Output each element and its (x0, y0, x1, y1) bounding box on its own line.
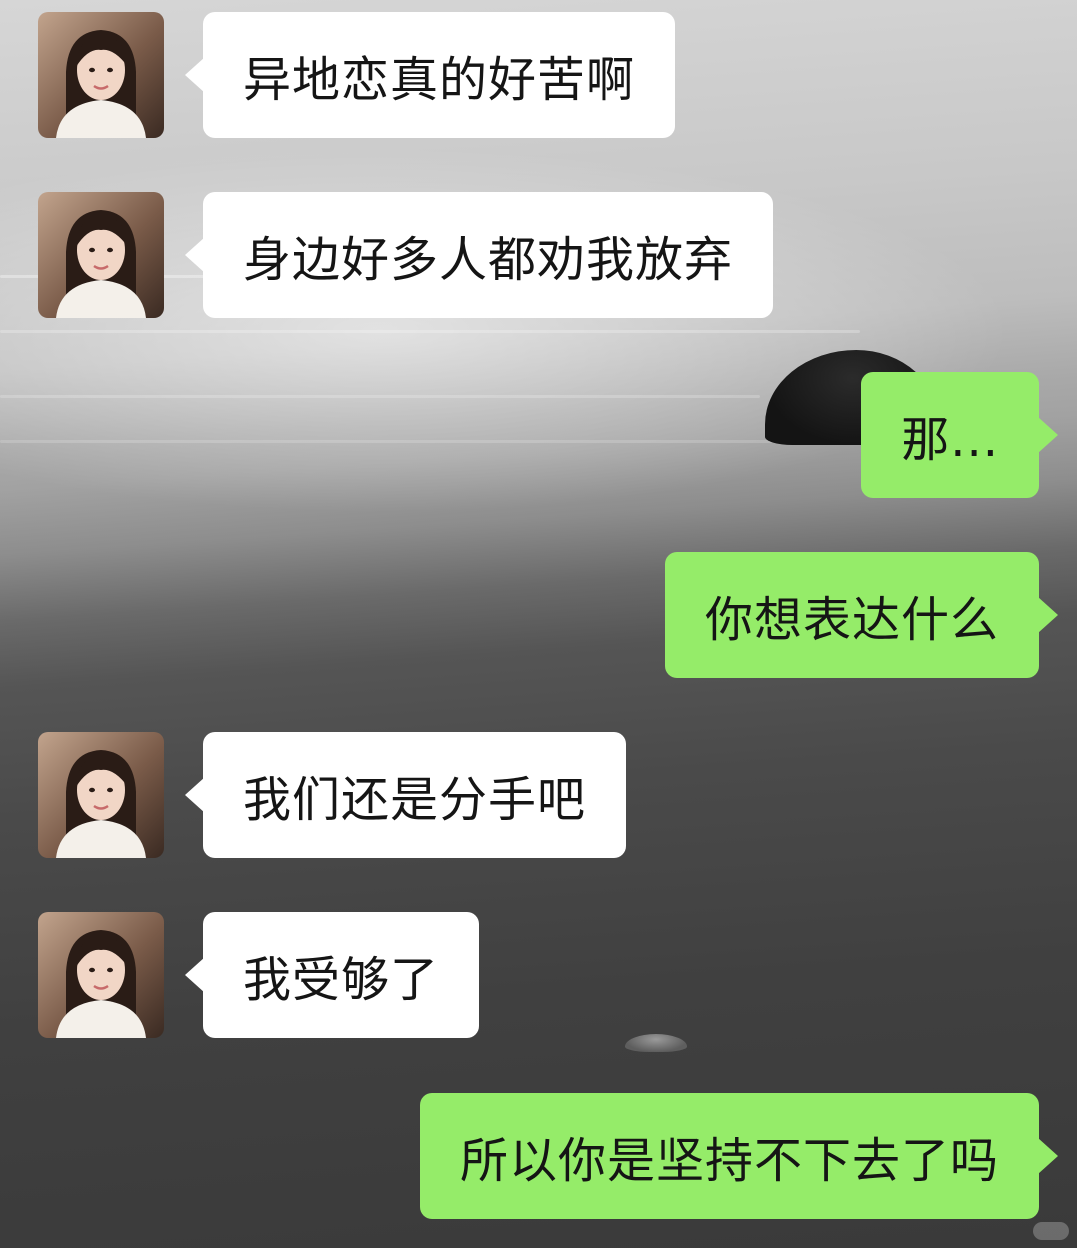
incoming-message-bubble[interactable]: 我受够了 (203, 912, 480, 1038)
bubble-tail (1038, 597, 1058, 633)
avatar[interactable] (38, 912, 164, 1038)
message-row: 异地恋真的好苦啊 (0, 12, 1077, 138)
bubble-tail (185, 57, 205, 93)
message-row: 我受够了 (0, 912, 1077, 1038)
outgoing-message-bubble[interactable]: 那... (861, 372, 1039, 498)
user-avatar-icon (56, 30, 146, 138)
user-avatar-icon (56, 210, 146, 318)
avatar[interactable] (38, 732, 164, 858)
background-wave-line (0, 330, 860, 333)
watermark (1033, 1222, 1069, 1240)
incoming-message-bubble[interactable]: 身边好多人都劝我放弃 (203, 192, 774, 318)
user-avatar-icon (56, 930, 146, 1038)
message-row: 你想表达什么 (0, 552, 1077, 678)
message-row: 我们还是分手吧 (0, 732, 1077, 858)
message-row: 身边好多人都劝我放弃 (0, 192, 1077, 318)
message-row: 那... (0, 372, 1077, 498)
outgoing-message-bubble[interactable]: 所以你是坚持不下去了吗 (419, 1093, 1039, 1219)
bubble-tail (1038, 417, 1058, 453)
bubble-tail (185, 957, 205, 993)
incoming-message-bubble[interactable]: 异地恋真的好苦啊 (203, 12, 676, 138)
incoming-message-bubble[interactable]: 我们还是分手吧 (203, 732, 627, 858)
bubble-tail (1038, 1138, 1058, 1174)
bubble-tail (185, 777, 205, 813)
bubble-tail (185, 237, 205, 273)
message-row: 所以你是坚持不下去了吗 (0, 1093, 1077, 1219)
avatar[interactable] (38, 12, 164, 138)
user-avatar-icon (56, 750, 146, 858)
avatar[interactable] (38, 192, 164, 318)
outgoing-message-bubble[interactable]: 你想表达什么 (664, 552, 1039, 678)
